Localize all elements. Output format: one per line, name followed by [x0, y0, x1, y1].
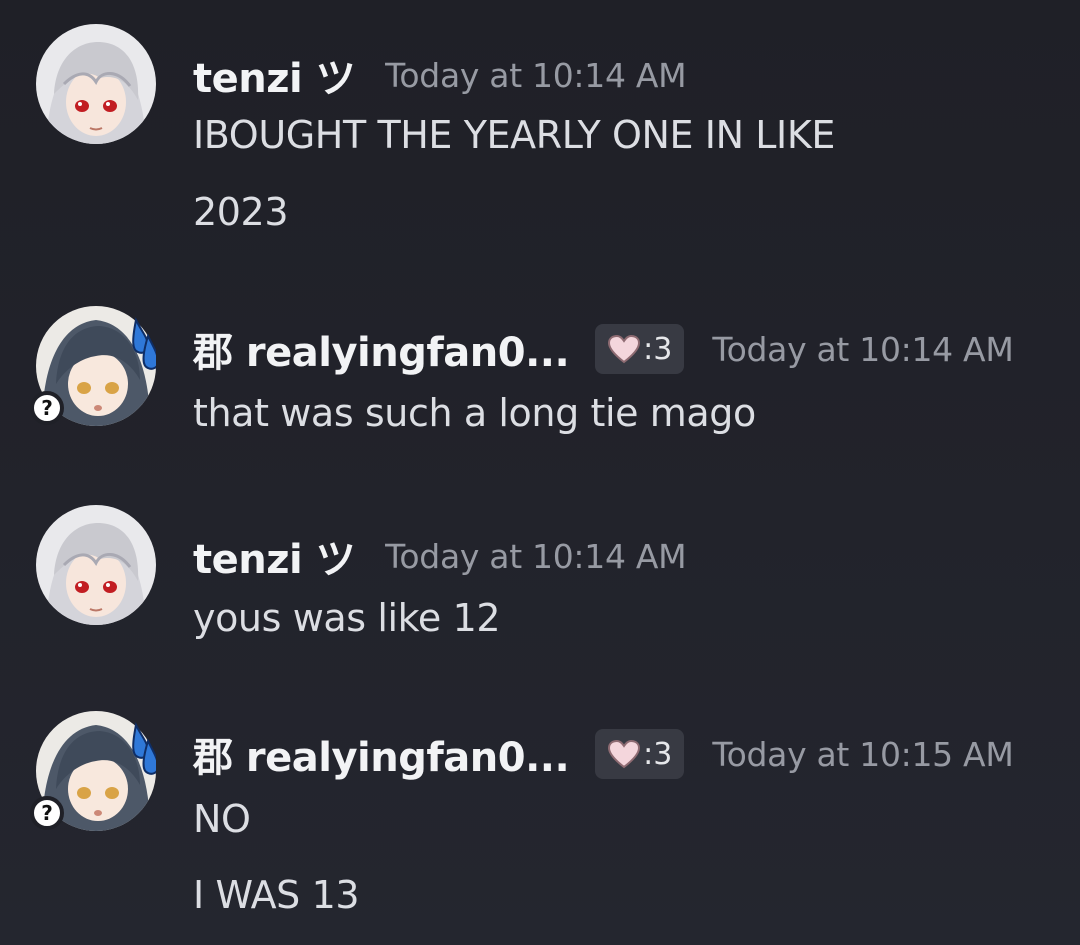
message-text: 2023: [193, 190, 289, 234]
question-mark-icon: ?: [30, 796, 64, 830]
username[interactable]: tenzi ツ: [193, 46, 356, 104]
avatar-realyingfan[interactable]: ?: [30, 306, 156, 426]
avatar-tenzi[interactable]: [36, 505, 156, 625]
server-tag[interactable]: :3: [595, 729, 685, 779]
tag-text: :3: [643, 736, 673, 772]
timestamp[interactable]: Today at 10:14 AM: [385, 537, 686, 576]
message-text: I WAS 13: [193, 873, 360, 917]
server-tag[interactable]: :3: [595, 324, 685, 374]
message-text: yous was like 12: [193, 596, 501, 640]
white-haired-avatar-icon: [36, 24, 156, 144]
timestamp[interactable]: Today at 10:15 AM: [712, 735, 1013, 774]
timestamp[interactable]: Today at 10:14 AM: [385, 56, 686, 95]
message-text: that was such a long tie mago: [193, 391, 756, 435]
pink-heart-icon: [607, 739, 641, 769]
message-text: IBOUGHT THE YEARLY ONE IN LIKE: [193, 113, 835, 157]
username[interactable]: 郡 realyingfan0...: [193, 320, 570, 378]
timestamp[interactable]: Today at 10:14 AM: [712, 330, 1013, 369]
tag-text: :3: [643, 331, 673, 367]
message-text: NO: [193, 797, 251, 841]
message-header: 郡 realyingfan0... :3 Today at 10:15 AM: [193, 725, 1014, 783]
white-haired-avatar-icon: [36, 505, 156, 625]
username[interactable]: tenzi ツ: [193, 527, 356, 585]
avatar-tenzi[interactable]: [36, 24, 156, 144]
pink-heart-icon: [607, 334, 641, 364]
message-header: 郡 realyingfan0... :3 Today at 10:14 AM: [193, 320, 1014, 378]
username[interactable]: 郡 realyingfan0...: [193, 725, 570, 783]
avatar-realyingfan[interactable]: ?: [30, 711, 156, 831]
message-header: tenzi ツ Today at 10:14 AM: [193, 527, 687, 585]
question-mark-icon: ?: [30, 391, 64, 425]
message-header: tenzi ツ Today at 10:14 AM: [193, 46, 687, 104]
